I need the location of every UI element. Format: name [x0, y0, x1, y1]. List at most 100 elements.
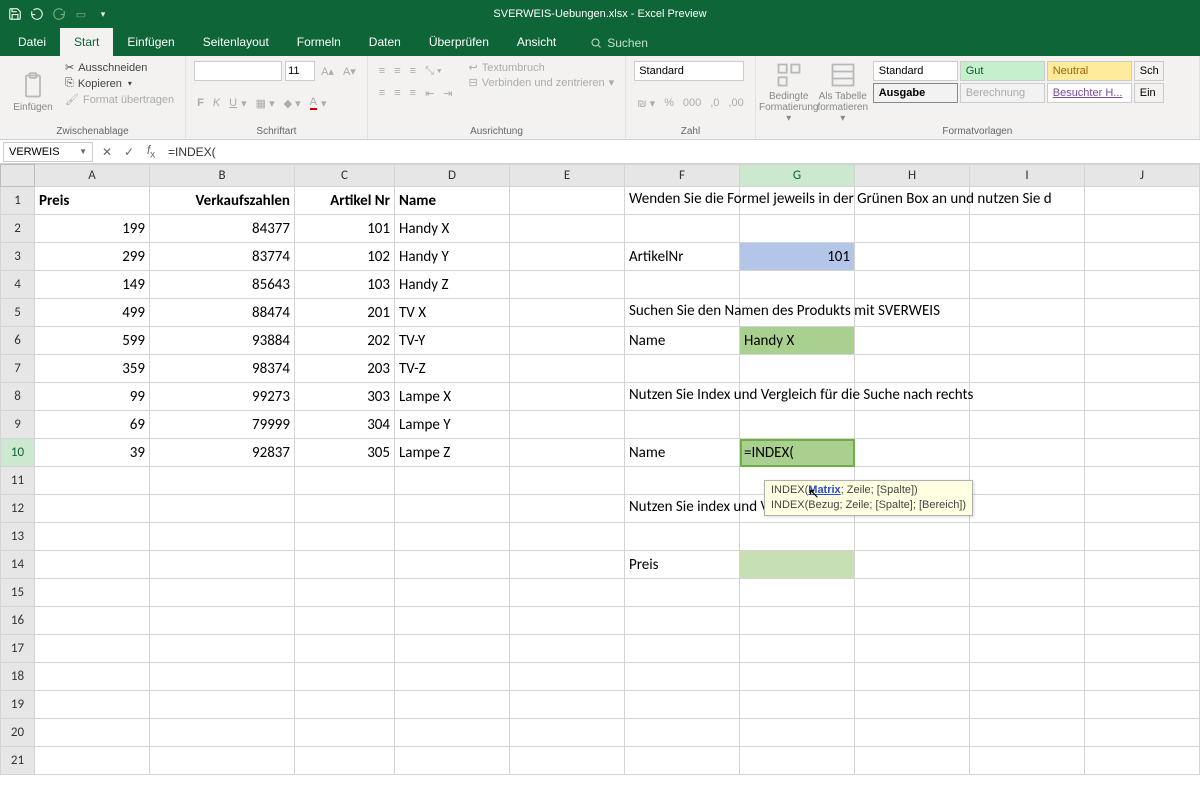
- cell-J16[interactable]: [1085, 607, 1200, 635]
- tab-view[interactable]: Ansicht: [503, 28, 570, 56]
- cell-B15[interactable]: [150, 579, 295, 607]
- row-header-12[interactable]: 12: [1, 495, 35, 523]
- cell-E6[interactable]: [510, 327, 625, 355]
- col-header-I[interactable]: I: [970, 165, 1085, 187]
- copy-button[interactable]: ⎘Kopieren▾: [62, 76, 177, 91]
- cell-H7[interactable]: [855, 355, 970, 383]
- row-header-18[interactable]: 18: [1, 663, 35, 691]
- row-header-4[interactable]: 4: [1, 271, 35, 299]
- name-box[interactable]: VERWEIS ▼: [3, 142, 93, 162]
- cell-J13[interactable]: [1085, 523, 1200, 551]
- cell-D1[interactable]: Name: [395, 187, 510, 215]
- cell-F16[interactable]: [625, 607, 740, 635]
- cell-G7[interactable]: [740, 355, 855, 383]
- cell-F17[interactable]: [625, 635, 740, 663]
- row-header-20[interactable]: 20: [1, 719, 35, 747]
- cell-H17[interactable]: [855, 635, 970, 663]
- select-all-corner[interactable]: [1, 165, 35, 187]
- align-bottom-icon[interactable]: ≡: [407, 64, 419, 78]
- style-berechnung[interactable]: Berechnung: [960, 83, 1045, 103]
- cell-G16[interactable]: [740, 607, 855, 635]
- col-header-B[interactable]: B: [150, 165, 295, 187]
- cell-H18[interactable]: [855, 663, 970, 691]
- cell-C8[interactable]: 303: [295, 383, 395, 411]
- cell-E21[interactable]: [510, 747, 625, 775]
- cell-J5[interactable]: [1085, 299, 1200, 327]
- cell-F19[interactable]: [625, 691, 740, 719]
- cell-H21[interactable]: [855, 747, 970, 775]
- bold-button[interactable]: F: [194, 96, 207, 110]
- row-header-9[interactable]: 9: [1, 411, 35, 439]
- cell-E10[interactable]: [510, 439, 625, 467]
- cell-D20[interactable]: [395, 719, 510, 747]
- cell-B20[interactable]: [150, 719, 295, 747]
- cell-J10[interactable]: [1085, 439, 1200, 467]
- cell-A1[interactable]: Preis: [35, 187, 150, 215]
- paste-button[interactable]: Einfügen: [8, 60, 58, 124]
- italic-button[interactable]: K: [210, 96, 223, 110]
- cell-D15[interactable]: [395, 579, 510, 607]
- cell-F5[interactable]: Suchen Sie den Namen des Produkts mit SV…: [625, 299, 740, 327]
- cell-D13[interactable]: [395, 523, 510, 551]
- cell-H13[interactable]: [855, 523, 970, 551]
- cell-C1[interactable]: Artikel Nr: [295, 187, 395, 215]
- cell-C16[interactable]: [295, 607, 395, 635]
- indent-inc-icon[interactable]: ⇥: [440, 86, 455, 101]
- cell-A9[interactable]: 69: [35, 411, 150, 439]
- cell-J14[interactable]: [1085, 551, 1200, 579]
- row-header-16[interactable]: 16: [1, 607, 35, 635]
- cell-C4[interactable]: 103: [295, 271, 395, 299]
- cell-D14[interactable]: [395, 551, 510, 579]
- chevron-down-icon[interactable]: ▼: [79, 147, 87, 156]
- cell-E2[interactable]: [510, 215, 625, 243]
- dec-decimal-icon[interactable]: ,00: [725, 96, 746, 110]
- cell-C2[interactable]: 101: [295, 215, 395, 243]
- col-header-C[interactable]: C: [295, 165, 395, 187]
- cell-C7[interactable]: 203: [295, 355, 395, 383]
- row-header-14[interactable]: 14: [1, 551, 35, 579]
- cell-F12[interactable]: Nutzen Sie index und Vergleich für die S…: [625, 495, 740, 523]
- row-header-10[interactable]: 10: [1, 439, 35, 467]
- cell-I17[interactable]: [970, 635, 1085, 663]
- align-right-icon[interactable]: ≡: [407, 86, 419, 100]
- cell-F2[interactable]: [625, 215, 740, 243]
- cell-F14[interactable]: Preis: [625, 551, 740, 579]
- format-as-table-button[interactable]: Als Tabelle formatieren ▾: [818, 60, 868, 124]
- row-header-17[interactable]: 17: [1, 635, 35, 663]
- cell-I20[interactable]: [970, 719, 1085, 747]
- cell-C12[interactable]: [295, 495, 395, 523]
- style-gut[interactable]: Gut: [960, 61, 1045, 81]
- cell-I4[interactable]: [970, 271, 1085, 299]
- cell-E17[interactable]: [510, 635, 625, 663]
- cell-C5[interactable]: 201: [295, 299, 395, 327]
- cell-J21[interactable]: [1085, 747, 1200, 775]
- align-left-icon[interactable]: ≡: [376, 86, 388, 100]
- align-center-icon[interactable]: ≡: [391, 86, 403, 100]
- cell-B3[interactable]: 83774: [150, 243, 295, 271]
- cell-J20[interactable]: [1085, 719, 1200, 747]
- cell-F8[interactable]: Nutzen Sie Index und Vergleich für die S…: [625, 383, 740, 411]
- style-ein[interactable]: Ein: [1134, 83, 1164, 103]
- tab-insert[interactable]: Einfügen: [113, 28, 188, 56]
- cell-G4[interactable]: [740, 271, 855, 299]
- cell-D8[interactable]: Lampe X: [395, 383, 510, 411]
- font-family-combo[interactable]: [194, 61, 282, 81]
- font-size-combo[interactable]: [285, 61, 315, 81]
- cell-A18[interactable]: [35, 663, 150, 691]
- row-header-13[interactable]: 13: [1, 523, 35, 551]
- cell-C11[interactable]: [295, 467, 395, 495]
- cell-I2[interactable]: [970, 215, 1085, 243]
- tab-review[interactable]: Überprüfen: [415, 28, 503, 56]
- cell-E7[interactable]: [510, 355, 625, 383]
- inc-decimal-icon[interactable]: ,0: [707, 96, 722, 110]
- cell-C17[interactable]: [295, 635, 395, 663]
- cell-I7[interactable]: [970, 355, 1085, 383]
- cell-A6[interactable]: 599: [35, 327, 150, 355]
- merge-center-button[interactable]: ⊟Verbinden und zentrieren ▾: [466, 75, 618, 90]
- tab-data[interactable]: Daten: [355, 28, 415, 56]
- undo-icon[interactable]: [30, 7, 44, 21]
- formula-input[interactable]: =INDEX(: [162, 145, 1200, 159]
- cell-G10[interactable]: =INDEX(: [740, 439, 855, 467]
- cell-H4[interactable]: [855, 271, 970, 299]
- cell-J2[interactable]: [1085, 215, 1200, 243]
